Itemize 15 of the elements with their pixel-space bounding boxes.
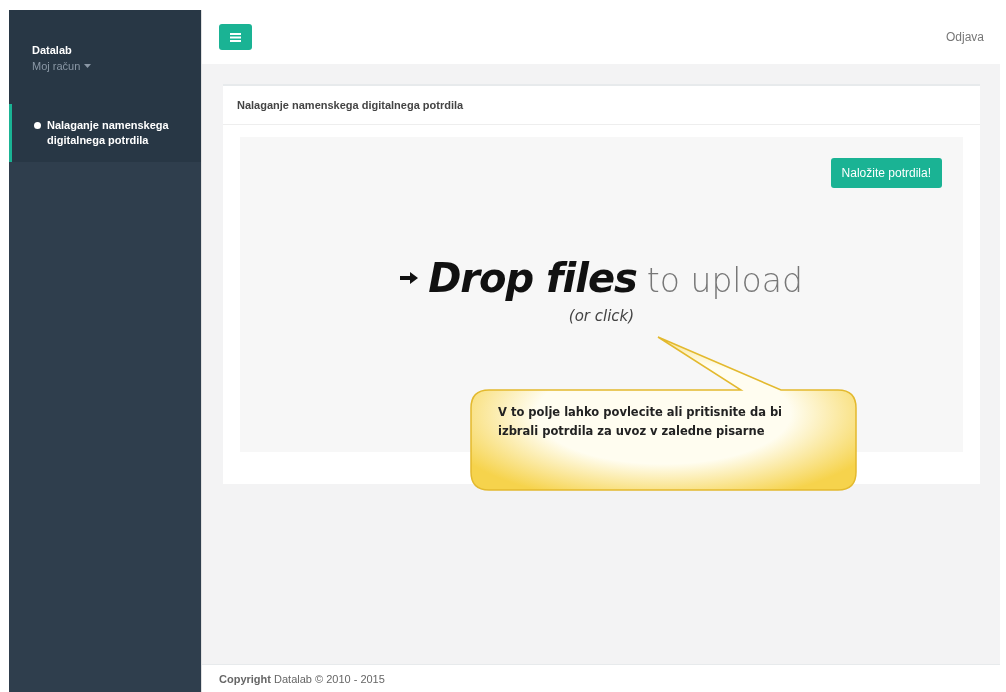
nav-item[interactable]: Nalaganje namenskega digitalnega potrdila	[9, 104, 201, 162]
dropzone-subheading: to upload	[646, 261, 803, 300]
caret-icon	[84, 64, 92, 68]
brand-name: Datalab	[32, 44, 73, 56]
logout-link[interactable]: Odjava	[945, 30, 984, 44]
arrow-icon	[400, 272, 419, 284]
footer-text: Copyright Datalab © 2010 - 2015	[219, 672, 385, 685]
menu-icon	[230, 32, 241, 42]
dropzone-hint: (or click)	[568, 307, 635, 325]
upload-button[interactable]: Naložite potrdila!	[830, 158, 942, 188]
callout-text: V to polje lahko povlecite ali pritisnite da bi izbrali potrdila za uvoz v zaledne pisarne	[498, 404, 784, 440]
menu-button[interactable]	[219, 24, 252, 50]
account-dropdown[interactable]: Moj račun	[32, 60, 92, 72]
dropzone-heading: Drop files	[428, 255, 637, 301]
panel-title: Nalaganje namenskega digitalnega potrdila	[223, 86, 980, 125]
